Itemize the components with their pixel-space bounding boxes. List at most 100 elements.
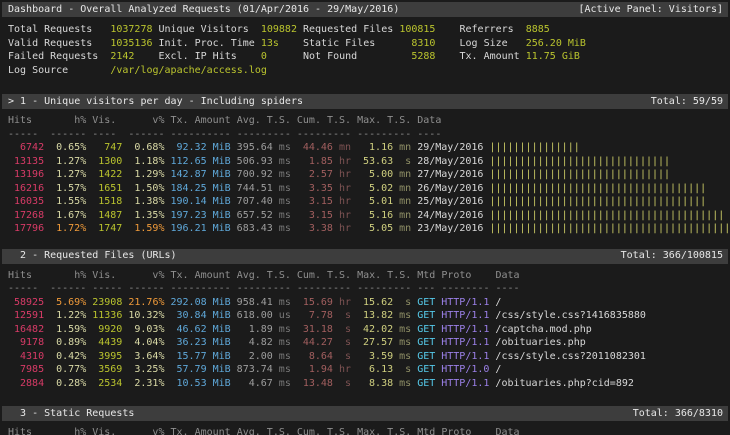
column-header: Tx. Amount (170, 114, 230, 128)
protocol-cell: HTTP/1.1 (441, 350, 489, 364)
cum-ts-unit: hr (339, 222, 351, 236)
column-underline: --------- (357, 282, 411, 296)
url-cell: / (495, 363, 501, 377)
table-dashes-row: ----------------------------------------… (8, 128, 730, 142)
avg-ts-unit: ms (279, 182, 291, 196)
column-header: Cum. T.S. (297, 426, 351, 435)
method-cell: GET (417, 350, 435, 364)
tx-amount-unit: MiB (213, 195, 231, 209)
table-row[interactable]: 162161.57%16511.50%184.25MiB744.51ms3.35… (8, 182, 730, 196)
hits-percent-cell: 0.89% (50, 336, 86, 350)
column-header: Hits (8, 114, 44, 128)
tx-amount-cell: 46.62 (170, 323, 206, 337)
table-row[interactable]: 28840.28%25342.31%10.53MiB4.67ms13.48s8.… (8, 377, 730, 391)
column-header: v% (128, 114, 164, 128)
visitors-cell: 747 (92, 141, 122, 155)
visitors-percent-cell: 10.32% (128, 309, 164, 323)
column-header: Max. T.S. (357, 426, 411, 435)
table-row[interactable]: 67420.65%7470.68%92.32MiB395.64ms44.46mn… (8, 141, 730, 155)
panel-header-left: 3 - Static Requests (8, 407, 134, 421)
method-cell: GET (417, 296, 435, 310)
panel-header-visitors[interactable]: >1 - Unique visitors per day - Including… (2, 94, 728, 109)
column-header: Data (496, 426, 520, 435)
summary-label: Referrers (460, 23, 526, 37)
hits-percent-cell: 1.59% (50, 323, 86, 337)
tx-amount-unit: MiB (213, 296, 231, 310)
date-cell: 28/May/2016 (417, 155, 483, 169)
hits-percent-cell: 0.65% (50, 141, 86, 155)
table-row[interactable]: 164821.59%99209.03%46.62MiB1.89ms31.18s4… (8, 323, 730, 337)
protocol-cell: HTTP/1.0 (441, 363, 489, 377)
max-ts-cell: 42.02 (357, 323, 393, 337)
max-ts-unit: mn (399, 141, 411, 155)
visitors-cell: 1747 (92, 222, 122, 236)
panel-header-requested-files[interactable]: 2 - Requested Files (URLs) Total: 366/10… (2, 249, 728, 264)
column-underline: ------ (128, 128, 164, 142)
active-panel-indicator: [Active Panel: Visitors] (579, 3, 724, 17)
visitors-table: Hitsh%Vis.v%Tx. AmountAvg. T.S.Cum. T.S.… (8, 114, 730, 236)
hits-percent-cell: 1.27% (50, 168, 86, 182)
hits-percent-cell: 5.69% (50, 296, 86, 310)
max-ts-cell: 1.16 (357, 141, 393, 155)
max-ts-cell: 27.57 (357, 336, 393, 350)
max-ts-unit: mn (399, 195, 411, 209)
max-ts-unit: ms (399, 309, 411, 323)
tx-amount-unit: MiB (213, 222, 231, 236)
panel-header-static-requests[interactable]: 3 - Static Requests Total: 366/8310 (2, 406, 728, 421)
column-header: Mtd (417, 269, 435, 283)
table-row[interactable]: 589255.69%2390821.76%292.08MiB958.41ms15… (8, 296, 730, 310)
column-header: Proto (441, 269, 489, 283)
table-row[interactable]: 91780.89%44394.04%36.23MiB4.82ms44.27s27… (8, 336, 730, 350)
table-row[interactable]: 79850.77%35693.25%57.79MiB873.74ms1.94hr… (8, 363, 730, 377)
hits-percent-cell: 1.67% (50, 209, 86, 223)
visitors-percent-cell: 1.50% (128, 182, 164, 196)
max-ts-cell: 13.82 (357, 309, 393, 323)
hits-cell: 16216 (8, 182, 44, 196)
method-cell: GET (417, 309, 435, 323)
date-cell: 27/May/2016 (417, 168, 483, 182)
table-header-row: Hitsh%Vis.v%Tx. AmountAvg. T.S.Cum. T.S.… (8, 114, 730, 128)
avg-ts-unit: us (279, 309, 291, 323)
table-row[interactable]: 43100.42%39953.64%15.77MiB2.00ms8.64s3.5… (8, 350, 730, 364)
protocol-cell: HTTP/1.1 (441, 296, 489, 310)
table-dashes-row: ----------------------------------------… (8, 282, 730, 296)
table-row[interactable]: 125911.22%1133610.32%30.84MiB618.00us7.7… (8, 309, 730, 323)
tx-amount-cell: 10.53 (170, 377, 206, 391)
cum-ts-cell: 8.64 (297, 350, 333, 364)
avg-ts-cell: 4.67 (237, 377, 273, 391)
tx-amount-cell: 57.79 (170, 363, 206, 377)
avg-ts-unit: ms (279, 168, 291, 182)
avg-ts-cell: 1.89 (237, 323, 273, 337)
table-row[interactable]: 160351.55%15181.38%190.14MiB707.40ms3.15… (8, 195, 730, 209)
avg-ts-cell: 700.92 (237, 168, 273, 182)
usage-bars: |||||||||||||||||||||||||||||||||||||||| (489, 222, 730, 236)
dashboard-title: Dashboard - Overall Analyzed Requests (0… (8, 3, 399, 17)
column-underline: --------- (237, 128, 291, 142)
max-ts-unit: mn (399, 182, 411, 196)
overall-summary: Total Requests1037278Unique Visitors1098… (8, 23, 730, 77)
summary-value: 5288 (399, 50, 435, 64)
tx-amount-unit: MiB (213, 209, 231, 223)
tx-amount-unit: MiB (213, 155, 231, 169)
usage-bars: ||||||||||||||| (489, 141, 579, 155)
column-header: h% (50, 114, 86, 128)
summary-value: 256.20 MiB (526, 37, 586, 51)
hits-cell: 17796 (8, 222, 44, 236)
visitors-percent-cell: 1.59% (128, 222, 164, 236)
column-header: h% (50, 269, 86, 283)
protocol-cell: HTTP/1.1 (441, 336, 489, 350)
table-row[interactable]: 177961.72%17471.59%196.21MiB683.43ms3.38… (8, 222, 730, 236)
visitors-percent-cell: 1.35% (128, 209, 164, 223)
column-underline: --- (417, 282, 435, 296)
table-row[interactable]: 172681.67%14871.35%197.23MiB657.52ms3.15… (8, 209, 730, 223)
url-cell: /obituaries.php (495, 336, 585, 350)
max-ts-cell: 6.13 (357, 363, 393, 377)
tx-amount-unit: MiB (213, 168, 231, 182)
avg-ts-cell: 744.51 (237, 182, 273, 196)
tx-amount-unit: MiB (213, 363, 231, 377)
cum-ts-cell: 1.85 (297, 155, 333, 169)
table-row[interactable]: 131961.27%14221.29%142.87MiB700.92ms2.57… (8, 168, 730, 182)
table-row[interactable]: 131351.27%13001.18%112.65MiB506.93ms1.85… (8, 155, 730, 169)
avg-ts-unit: ms (279, 195, 291, 209)
visitors-percent-cell: 4.04% (128, 336, 164, 350)
